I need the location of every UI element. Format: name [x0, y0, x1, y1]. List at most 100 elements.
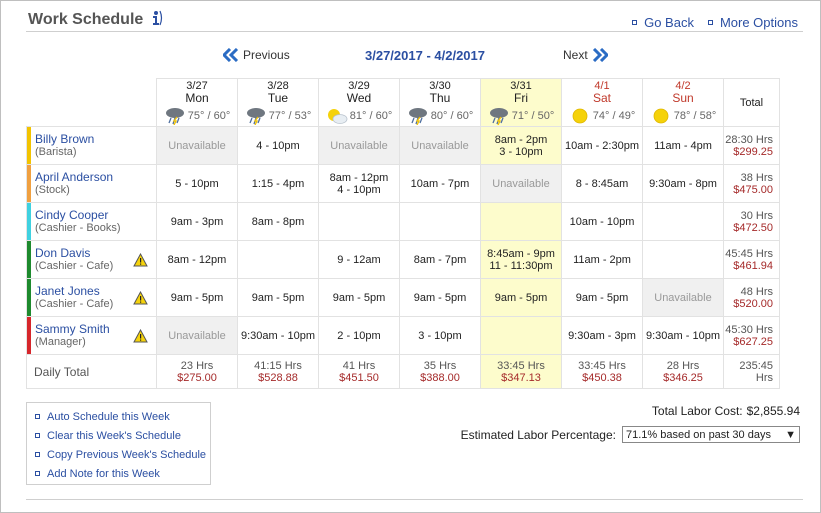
employee-row: Cindy Cooper (Cashier - Books) 9am - 3pm 8a…: [26, 202, 780, 241]
employee-name-link[interactable]: Billy Brown: [35, 132, 156, 146]
total-labor-label: Total Labor Cost:: [651, 404, 743, 418]
shift-time: 9am - 3pm: [170, 215, 224, 228]
shift-cell[interactable]: 9am - 5pm: [156, 278, 238, 317]
more-options-link[interactable]: More Options: [707, 15, 798, 30]
shift-cell[interactable]: 11am - 4pm: [642, 126, 724, 165]
warning-icon[interactable]: [133, 329, 148, 343]
shift-time: 9am - 5pm: [494, 291, 548, 304]
previous-week-button[interactable]: Previous: [223, 48, 290, 62]
go-back-link[interactable]: Go Back: [632, 15, 694, 30]
daily-total-cell: 41 Hrs $451.50: [318, 354, 400, 389]
role-color-bar: [27, 127, 31, 164]
add-note-link[interactable]: Add Note for this Week: [35, 464, 210, 483]
unavailable-cell[interactable]: Unavailable: [642, 278, 724, 317]
footer-divider: [26, 499, 803, 500]
shift-time: Unavailable: [411, 139, 469, 152]
day-header-fri: 3/31 Fri 71° / 50°: [480, 78, 562, 127]
shift-time: Unavailable: [654, 291, 712, 304]
bullet-icon: [632, 20, 638, 25]
shift-cell[interactable]: 9am - 3pm: [156, 202, 238, 241]
warning-icon[interactable]: [133, 253, 148, 267]
shift-cell[interactable]: 8am - 7pm: [399, 240, 481, 279]
copy-previous-link[interactable]: Copy Previous Week's Schedule: [35, 445, 210, 464]
next-week-button[interactable]: Next: [563, 48, 608, 62]
daily-total-label: Daily Total: [26, 354, 157, 389]
labor-percentage-select[interactable]: 71.1% based on past 30 days ▼: [622, 426, 800, 443]
unavailable-cell[interactable]: Unavailable: [156, 316, 238, 355]
shift-time: 3 - 10pm: [499, 145, 543, 158]
week-range[interactable]: 3/27/2017 - 4/2/2017: [365, 48, 485, 63]
shift-cell[interactable]: 8am - 12pm 4 - 10pm: [318, 164, 400, 203]
shift-cell[interactable]: 8am - 12pm: [156, 240, 238, 279]
bullet-icon: [35, 452, 40, 457]
employee-name-link[interactable]: Cindy Cooper: [35, 208, 156, 222]
employee-total-cost: $520.00: [733, 297, 773, 310]
employee-name-link[interactable]: April Anderson: [35, 170, 156, 184]
employee-role: (Cashier - Books): [35, 222, 121, 234]
shift-cell[interactable]: [642, 202, 724, 241]
employee-total-hours: 28:30 Hrs: [725, 133, 773, 146]
daily-total-cell: 35 Hrs $388.00: [399, 354, 481, 389]
temperature: 77° / 53°: [268, 110, 312, 122]
daily-cost: $451.50: [339, 371, 379, 384]
info-icon[interactable]: [148, 9, 164, 27]
shift-cell[interactable]: 9am - 5pm: [399, 278, 481, 317]
shift-cell[interactable]: [480, 202, 562, 241]
shift-cell[interactable]: [480, 316, 562, 355]
shift-cell[interactable]: [399, 202, 481, 241]
unavailable-cell[interactable]: Unavailable: [318, 126, 400, 165]
shift-time: 4 - 10pm: [256, 139, 300, 152]
shift-cell[interactable]: 3 - 10pm: [399, 316, 481, 355]
employee-cell: Cindy Cooper (Cashier - Books): [26, 202, 157, 241]
unavailable-cell[interactable]: Unavailable: [480, 164, 562, 203]
shift-cell[interactable]: 8am - 8pm: [237, 202, 319, 241]
shift-cell[interactable]: 9am - 5pm: [480, 278, 562, 317]
shift-cell[interactable]: 11am - 2pm: [561, 240, 643, 279]
shift-time: 5 - 10pm: [175, 177, 219, 190]
schedule-actions: Auto Schedule this Week Clear this Week'…: [26, 402, 211, 485]
employee-total-cost: $472.50: [733, 221, 773, 234]
employee-total: 38 Hrs $475.00: [723, 164, 780, 203]
role-color-bar: [27, 165, 31, 202]
shift-cell[interactable]: 8am - 2pm 3 - 10pm: [480, 126, 562, 165]
unavailable-cell[interactable]: Unavailable: [156, 126, 238, 165]
daily-total-cell: 41:15 Hrs $528.88: [237, 354, 319, 389]
shift-cell[interactable]: 9am - 5pm: [237, 278, 319, 317]
shift-cell[interactable]: 9am - 5pm: [561, 278, 643, 317]
unavailable-cell[interactable]: Unavailable: [399, 126, 481, 165]
sun-icon: [572, 108, 588, 124]
shift-cell[interactable]: 9:30am - 3pm: [561, 316, 643, 355]
shift-cell[interactable]: 9:30am - 10pm: [237, 316, 319, 355]
shift-cell[interactable]: [237, 240, 319, 279]
shift-time: 9am - 5pm: [332, 291, 386, 304]
shift-cell[interactable]: 9am - 5pm: [318, 278, 400, 317]
temperature: 80° / 60°: [430, 110, 474, 122]
shift-time: 8am - 12pm: [329, 171, 389, 184]
day-name: Sun: [672, 91, 694, 105]
shift-cell[interactable]: [642, 240, 724, 279]
shift-cell[interactable]: 10am - 7pm: [399, 164, 481, 203]
header-divider: [26, 31, 803, 32]
shift-cell[interactable]: 8 - 8:45am: [561, 164, 643, 203]
shift-cell[interactable]: 2 - 10pm: [318, 316, 400, 355]
shift-cell[interactable]: 9:30am - 8pm: [642, 164, 724, 203]
daily-total-cell: 33:45 Hrs $347.13: [480, 354, 562, 389]
warning-icon[interactable]: [133, 291, 148, 305]
shift-cell[interactable]: 10am - 10pm: [561, 202, 643, 241]
shift-cell[interactable]: 10am - 2:30pm: [561, 126, 643, 165]
shift-time: Unavailable: [168, 329, 226, 342]
daily-cost: $388.00: [420, 371, 460, 384]
clear-schedule-link[interactable]: Clear this Week's Schedule: [35, 426, 210, 445]
shift-cell[interactable]: 4 - 10pm: [237, 126, 319, 165]
employee-total: 48 Hrs $520.00: [723, 278, 780, 317]
shift-cell[interactable]: 8:45am - 9pm 11 - 11:30pm: [480, 240, 562, 279]
shift-cell[interactable]: 5 - 10pm: [156, 164, 238, 203]
shift-cell[interactable]: 9 - 12am: [318, 240, 400, 279]
bullet-icon: [35, 471, 40, 476]
shift-cell[interactable]: [318, 202, 400, 241]
shift-time: 4 - 10pm: [337, 183, 381, 196]
employee-row: Billy Brown (Barista) Unavailable 4 - 10pm U…: [26, 126, 780, 165]
shift-cell[interactable]: 9:30am - 10pm: [642, 316, 724, 355]
auto-schedule-link[interactable]: Auto Schedule this Week: [35, 407, 210, 426]
shift-cell[interactable]: 1:15 - 4pm: [237, 164, 319, 203]
